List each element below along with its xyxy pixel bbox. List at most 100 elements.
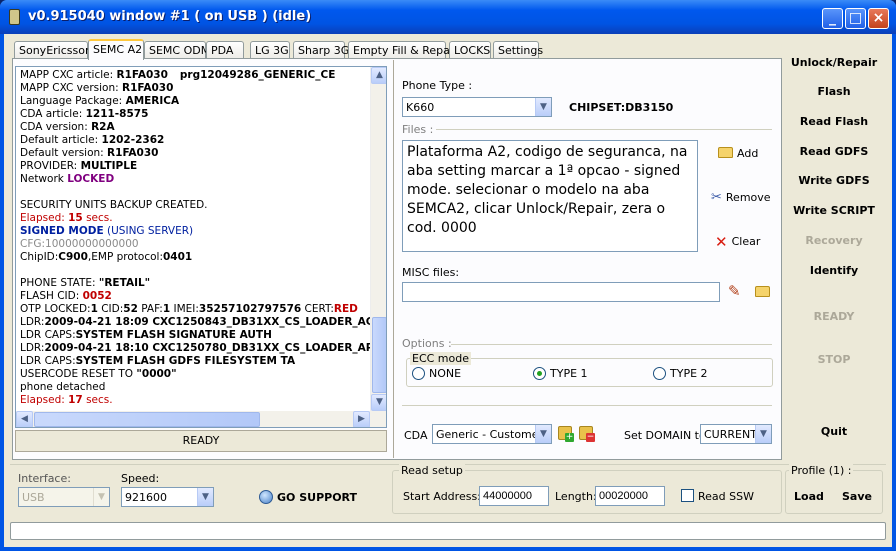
chevron-down-icon[interactable]: ▼ [755, 425, 771, 443]
minus-icon: − [586, 432, 595, 442]
scroll-thumb[interactable] [372, 317, 386, 393]
read-setup-group: Read setup Start Address: Length: Read S… [392, 464, 782, 514]
unlock-repair-button[interactable]: Unlock/Repair [784, 56, 884, 69]
divider [451, 344, 772, 345]
window-title: v0.915040 window #1 ( on USB ) (idle) [28, 9, 312, 24]
tab-semc-odm[interactable]: SEMC ODM [144, 41, 210, 59]
stop-button[interactable]: STOP [784, 353, 884, 366]
open-folder-button[interactable] [755, 286, 774, 299]
minimize-button[interactable]: _ [822, 8, 843, 29]
log-line: Default version: R1FA030 [20, 147, 159, 159]
maximize-icon: □ [848, 10, 863, 26]
log-line: MAPP CXC version: R1FA030 [20, 82, 174, 94]
cda-select[interactable]: Generic - Customer S ▼ [432, 424, 552, 444]
chevron-down-icon[interactable]: ▼ [197, 488, 213, 506]
ecc-none-radio[interactable] [412, 367, 425, 380]
log-line: LDR CAPS:SYSTEM FLASH SIGNATURE AUTH [20, 329, 272, 341]
log-line: PHONE STATE: "RETAIL" [20, 277, 151, 289]
profile-group: Profile (1) : Load Save [785, 464, 883, 514]
log-line: Elapsed: 17 secs. [20, 394, 113, 406]
globe-icon [259, 490, 273, 504]
log-line: OTP LOCKED:1 CID:52 PAF:1 IMEI:352571027… [20, 303, 358, 315]
chevron-down-icon[interactable]: ▼ [535, 98, 551, 116]
scroll-left-icon[interactable]: ◀ [16, 411, 33, 427]
minimize-icon: _ [829, 10, 836, 26]
identify-button[interactable]: Identify [784, 264, 884, 277]
speed-select[interactable]: 921600 ▼ [121, 487, 214, 507]
read-gdfs-button[interactable]: Read GDFS [784, 145, 884, 158]
title-bar[interactable]: v0.915040 window #1 ( on USB ) (idle) _ … [0, 0, 896, 34]
log-line: PROVIDER: MULTIPLE [20, 160, 138, 172]
add-cda-icon[interactable]: + [558, 426, 574, 442]
read-ssw-label[interactable]: Read SSW [698, 490, 754, 503]
log-output[interactable]: MAPP CXC article: R1FA030 prg12049286_GEN… [15, 66, 387, 428]
divider [436, 129, 772, 130]
ready-status: READY [813, 310, 855, 323]
tab-sonyericsson[interactable]: SonyEricsson [14, 41, 92, 59]
log-line: LDR:2009-04-21 18:09 CXC1250843_DB31XX_C… [20, 316, 382, 328]
files-list[interactable]: Plataforma A2, codigo de seguranca, na a… [402, 140, 698, 252]
scroll-up-icon[interactable]: ▲ [371, 67, 386, 84]
misc-files-label: MISC files: [402, 266, 460, 279]
divider [402, 405, 772, 406]
scroll-right-icon[interactable]: ▶ [353, 411, 370, 427]
ecc-type2-label[interactable]: TYPE 2 [670, 367, 708, 380]
tab-settings[interactable]: Settings [493, 41, 543, 59]
recovery-button[interactable]: Recovery [784, 234, 884, 247]
length-input[interactable] [595, 486, 665, 506]
speed-label: Speed: [121, 472, 160, 485]
write-gdfs-button[interactable]: Write GDFS [784, 174, 884, 187]
log-vertical-scrollbar[interactable]: ▲ ▼ [370, 67, 386, 411]
read-ssw-checkbox[interactable] [681, 489, 694, 502]
clear-button[interactable]: ✕ Clear [715, 233, 760, 251]
add-label: Add [737, 147, 759, 160]
ecc-type1-label[interactable]: TYPE 1 [550, 367, 588, 380]
scroll-down-icon[interactable]: ▼ [371, 394, 386, 411]
tab-sharp-3g[interactable]: Sharp 3G [293, 41, 349, 59]
go-support-label: GO SUPPORT [277, 491, 358, 504]
load-button[interactable]: Load [794, 490, 824, 503]
interface-select[interactable]: USB ▼ [18, 487, 110, 507]
save-button[interactable]: Save [842, 490, 872, 503]
ecc-type1-radio[interactable] [533, 367, 546, 380]
log-line: MAPP CXC article: R1FA030 prg12049286_GEN… [20, 69, 336, 81]
plus-icon: + [565, 432, 574, 442]
tab-semc-a2[interactable]: SEMC A2 [88, 39, 144, 60]
ecc-type2-radio[interactable] [653, 367, 666, 380]
progress-bar [10, 522, 886, 540]
log-horizontal-scrollbar[interactable]: ◀ ▶ [16, 411, 386, 427]
flash-button[interactable]: Flash [784, 85, 884, 98]
remove-button[interactable]: ✂ Remove [711, 190, 771, 205]
write-script-button[interactable]: Write SCRIPT [784, 204, 884, 217]
tab-empty-fill-repair[interactable]: Empty Fill & Repair [348, 41, 457, 59]
remove-cda-icon[interactable]: − [579, 426, 595, 442]
log-line: Elapsed: 15 secs. [20, 212, 113, 224]
folder-icon [718, 147, 733, 158]
scroll-thumb[interactable] [34, 412, 260, 427]
tab-pda[interactable]: PDA [206, 41, 244, 59]
app-icon [9, 9, 20, 25]
pencil-icon[interactable]: ✎ [728, 282, 741, 300]
misc-files-input[interactable] [402, 282, 720, 302]
remove-label: Remove [725, 191, 771, 204]
domain-select[interactable]: CURRENT ▼ [700, 424, 772, 444]
maximize-button[interactable]: □ [845, 8, 866, 29]
read-flash-button[interactable]: Read Flash [784, 115, 884, 128]
tab-locks[interactable]: LOCKS [449, 41, 491, 59]
phone-type-select[interactable]: K660 ▼ [402, 97, 552, 117]
add-button[interactable]: Add [718, 147, 758, 160]
close-button[interactable]: × [868, 8, 889, 29]
chevron-down-icon[interactable]: ▼ [535, 425, 551, 443]
read-setup-label: Read setup [399, 464, 465, 477]
phone-type-label: Phone Type : [402, 79, 473, 92]
close-icon: ✕ [715, 233, 728, 251]
speed-value: 921600 [125, 491, 167, 504]
chipset-label: CHIPSET:DB3150 [569, 101, 674, 114]
action-panel: Unlock/Repair Flash Read Flash Read GDFS… [784, 38, 884, 460]
start-address-input[interactable] [479, 486, 549, 506]
tab-lg-3g[interactable]: LG 3G [250, 41, 290, 59]
phone-type-value: K660 [406, 101, 435, 114]
ecc-none-label[interactable]: NONE [429, 367, 461, 380]
quit-button[interactable]: Quit [784, 425, 884, 438]
go-support-button[interactable]: GO SUPPORT [259, 490, 357, 504]
